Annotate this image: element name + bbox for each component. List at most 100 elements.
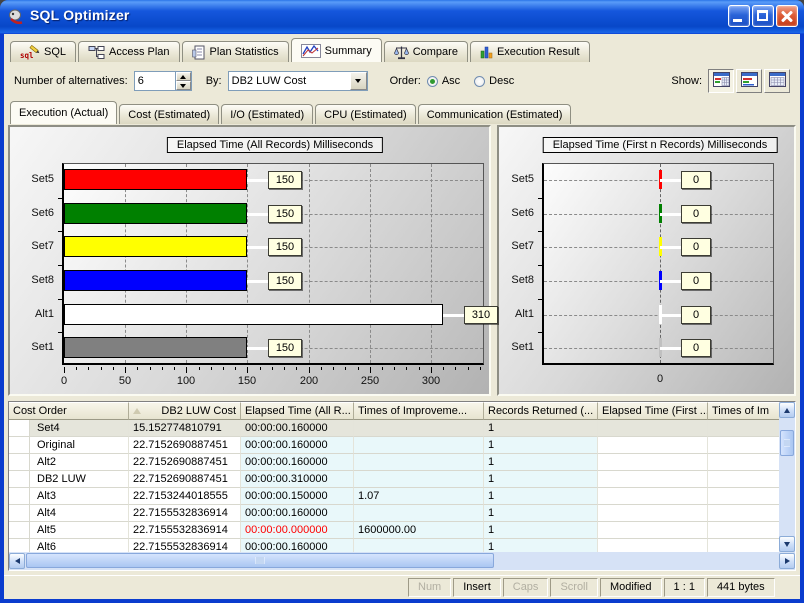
- dropdown-arrow-icon[interactable]: [350, 72, 367, 90]
- show-chart-and-grid-button[interactable]: [708, 69, 734, 93]
- cell[interactable]: [598, 437, 708, 454]
- maximize-button[interactable]: [752, 5, 774, 27]
- cell[interactable]: 00:00:00.160000: [241, 539, 354, 552]
- cell[interactable]: 1600000.00: [354, 522, 484, 539]
- table-horizontal-scrollbar[interactable]: [9, 552, 795, 570]
- cell[interactable]: [708, 488, 780, 505]
- view-tab-communication-estimated[interactable]: Communication (Estimated): [418, 104, 572, 124]
- cell[interactable]: 22.7153244018555: [129, 488, 241, 505]
- alternatives-spinner[interactable]: 6: [134, 71, 192, 91]
- cell[interactable]: 22.7152690887451: [129, 454, 241, 471]
- tab-execution-result[interactable]: Execution Result: [470, 41, 590, 62]
- cell[interactable]: [598, 539, 708, 552]
- cell[interactable]: [708, 420, 780, 437]
- cell[interactable]: 1: [484, 505, 598, 522]
- cell[interactable]: 22.7155532836914: [129, 539, 241, 552]
- titlebar[interactable]: SQL Optimizer: [0, 0, 804, 34]
- cell[interactable]: Alt6: [9, 539, 129, 552]
- table-row-alt6[interactable]: Alt622.715553283691400:00:00.160000 1: [9, 539, 780, 552]
- table-row-set4[interactable]: Set415.15277481079100:00:00.160000 1: [9, 420, 780, 437]
- column-header-db2-luw-cost[interactable]: DB2 LUW Cost: [129, 402, 241, 420]
- cell[interactable]: DB2 LUW: [9, 471, 129, 488]
- spinner-up-icon[interactable]: [176, 72, 191, 81]
- scroll-left-button[interactable]: [9, 553, 25, 569]
- radio-checked-icon[interactable]: [427, 76, 438, 87]
- cell[interactable]: [354, 539, 484, 552]
- tab-sql[interactable]: sqlSQL: [10, 41, 76, 62]
- column-header-cost-order[interactable]: Cost Order: [9, 402, 129, 420]
- minimize-button[interactable]: [728, 5, 750, 27]
- radio-unchecked-icon[interactable]: [474, 76, 485, 87]
- column-header-times-of-improveme[interactable]: Times of Improveme...: [354, 402, 484, 420]
- tab-compare[interactable]: Compare: [384, 41, 468, 62]
- cell[interactable]: [598, 420, 708, 437]
- column-header-times-of-im[interactable]: Times of Im: [708, 402, 780, 420]
- cell[interactable]: [354, 505, 484, 522]
- cell[interactable]: 22.7155532836914: [129, 505, 241, 522]
- scroll-down-button[interactable]: [779, 536, 795, 552]
- cell[interactable]: [598, 471, 708, 488]
- cell[interactable]: [708, 539, 780, 552]
- cell[interactable]: 00:00:00.160000: [241, 454, 354, 471]
- cell[interactable]: [354, 420, 484, 437]
- cell[interactable]: [354, 437, 484, 454]
- cell[interactable]: 1: [484, 420, 598, 437]
- cell[interactable]: 00:00:00.310000: [241, 471, 354, 488]
- view-tab-i-o-estimated[interactable]: I/O (Estimated): [221, 104, 313, 124]
- cell[interactable]: [598, 454, 708, 471]
- cell[interactable]: [598, 505, 708, 522]
- cell[interactable]: [708, 522, 780, 539]
- cell[interactable]: 15.152774810791: [129, 420, 241, 437]
- view-tab-cpu-estimated[interactable]: CPU (Estimated): [315, 104, 416, 124]
- cell[interactable]: 00:00:00.150000: [241, 488, 354, 505]
- table-row-original[interactable]: Original22.715269088745100:00:00.160000 1: [9, 437, 780, 454]
- spinner-down-icon[interactable]: [176, 81, 191, 90]
- column-header-elapsed-time-all-r[interactable]: Elapsed Time (All R...: [241, 402, 354, 420]
- cell[interactable]: Set4: [9, 420, 129, 437]
- table-row-db2-luw[interactable]: DB2 LUW22.715269088745100:00:00.3100001: [9, 471, 780, 488]
- cell[interactable]: 1: [484, 488, 598, 505]
- table-row-alt5[interactable]: Alt522.715553283691400:00:00.00000016000…: [9, 522, 780, 539]
- cell[interactable]: 1: [484, 437, 598, 454]
- cell[interactable]: [708, 454, 780, 471]
- show-grid-button[interactable]: [764, 69, 790, 93]
- cell[interactable]: 1: [484, 454, 598, 471]
- cell[interactable]: 1: [484, 522, 598, 539]
- column-header-elapsed-time-first[interactable]: Elapsed Time (First ...: [598, 402, 708, 420]
- close-button[interactable]: [776, 5, 798, 27]
- cell[interactable]: [708, 471, 780, 488]
- scroll-right-button[interactable]: [779, 553, 795, 569]
- cell[interactable]: 1: [484, 471, 598, 488]
- cell[interactable]: 22.7152690887451: [129, 437, 241, 454]
- alternatives-value[interactable]: 6: [135, 72, 175, 90]
- desc-radio[interactable]: Desc: [474, 75, 514, 87]
- cell[interactable]: 1: [484, 539, 598, 552]
- horizontal-scroll-thumb[interactable]: [26, 553, 494, 568]
- show-chart-button[interactable]: [736, 69, 762, 93]
- cell[interactable]: 00:00:00.160000: [241, 437, 354, 454]
- cell[interactable]: 00:00:00.160000: [241, 420, 354, 437]
- vertical-scroll-thumb[interactable]: [780, 430, 794, 456]
- table-row-alt3[interactable]: Alt322.715324401855500:00:00.1500001.071: [9, 488, 780, 505]
- view-tab-execution-actual[interactable]: Execution (Actual): [10, 101, 117, 124]
- cell[interactable]: 00:00:00.000000: [241, 522, 354, 539]
- scroll-up-button[interactable]: [779, 402, 795, 418]
- sort-by-dropdown[interactable]: DB2 LUW Cost: [228, 71, 368, 91]
- cell[interactable]: [708, 505, 780, 522]
- cell[interactable]: Alt2: [9, 454, 129, 471]
- asc-radio[interactable]: Asc: [427, 75, 460, 87]
- cell[interactable]: [708, 437, 780, 454]
- cell[interactable]: [598, 522, 708, 539]
- tab-summary[interactable]: Summary: [291, 38, 382, 62]
- cell[interactable]: Alt5: [9, 522, 129, 539]
- cell[interactable]: 22.7155532836914: [129, 522, 241, 539]
- cell[interactable]: 1.07: [354, 488, 484, 505]
- table-row-alt2[interactable]: Alt222.715269088745100:00:00.160000 1: [9, 454, 780, 471]
- cell[interactable]: Alt4: [9, 505, 129, 522]
- cell[interactable]: [354, 454, 484, 471]
- table-row-alt4[interactable]: Alt422.715553283691400:00:00.160000 1: [9, 505, 780, 522]
- cell[interactable]: 00:00:00.160000: [241, 505, 354, 522]
- tab-plan-statistics[interactable]: Plan Statistics: [182, 41, 289, 62]
- cell[interactable]: Original: [9, 437, 129, 454]
- column-header-records-returned[interactable]: Records Returned (...: [484, 402, 598, 420]
